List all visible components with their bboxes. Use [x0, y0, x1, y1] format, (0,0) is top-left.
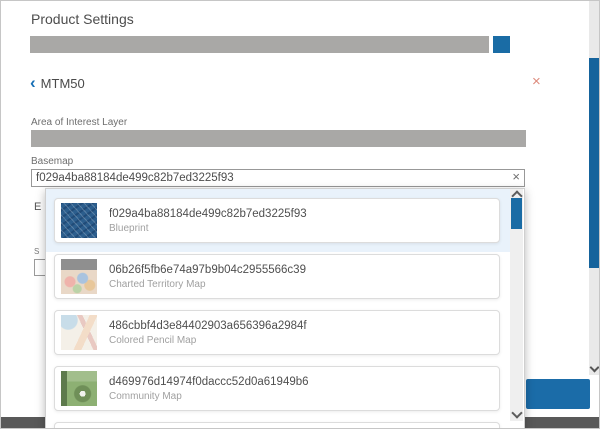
basemap-option-partial[interactable]: [54, 422, 500, 429]
window-scrollbar[interactable]: [589, 1, 599, 375]
back-label: MTM50: [41, 76, 85, 91]
basemap-option-text: 06b26f5fb6e74a97b9b04c2955566c39 Charted…: [109, 264, 306, 290]
redacted-action-button[interactable]: [493, 36, 510, 53]
basemap-field-label: Basemap: [31, 156, 73, 167]
product-settings-window: Product Settings ‹ MTM50 × Area of Inter…: [0, 0, 600, 429]
page-title: Product Settings: [31, 11, 134, 27]
basemap-name: Colored Pencil Map: [109, 335, 307, 346]
basemap-name: Charted Territory Map: [109, 279, 306, 290]
scroll-down-icon[interactable]: [511, 407, 522, 418]
basemap-option[interactable]: d469976d14974f0daccc52d0a61949b6 Communi…: [54, 366, 500, 411]
basemap-dropdown: f029a4ba88184de499c82b7ed3225f93 Bluepri…: [45, 188, 525, 429]
basemap-id: d469976d14974f0daccc52d0a61949b6: [109, 376, 309, 388]
basemap-id: f029a4ba88184de499c82b7ed3225f93: [109, 208, 307, 220]
basemap-option-text: f029a4ba88184de499c82b7ed3225f93 Bluepri…: [109, 208, 307, 234]
clear-icon[interactable]: ×: [512, 170, 520, 184]
aoi-redacted-input[interactable]: [31, 130, 526, 147]
primary-action-button[interactable]: [526, 379, 590, 409]
hidden-label-fragment: E: [34, 201, 41, 213]
aoi-field-label: Area of Interest Layer: [31, 117, 127, 128]
basemap-id: 06b26f5fb6e74a97b9b04c2955566c39: [109, 264, 306, 276]
basemap-option[interactable]: 06b26f5fb6e74a97b9b04c2955566c39 Charted…: [54, 254, 500, 299]
basemap-name: Community Map: [109, 391, 309, 402]
basemap-option-text: d469976d14974f0daccc52d0a61949b6 Communi…: [109, 376, 309, 402]
window-scroll-down-icon[interactable]: [590, 363, 600, 373]
basemap-input-wrap: ×: [31, 168, 525, 186]
basemap-thumbnail-icon: [61, 371, 97, 406]
hidden-label-fragment: S: [34, 247, 39, 256]
basemap-thumbnail-icon: [61, 315, 97, 350]
basemap-id: 486cbbf4d3e84402903a656396a2984f: [109, 320, 307, 332]
basemap-thumbnail-icon: [61, 203, 97, 238]
basemap-option[interactable]: f029a4ba88184de499c82b7ed3225f93 Bluepri…: [54, 198, 500, 243]
basemap-name: Blueprint: [109, 223, 307, 234]
window-scrollbar-thumb[interactable]: [589, 58, 599, 268]
chevron-left-icon: ‹: [30, 75, 36, 91]
dropdown-scrollbar[interactable]: [510, 189, 523, 421]
redacted-field[interactable]: [30, 36, 489, 53]
close-icon[interactable]: ×: [532, 74, 541, 89]
dropdown-scrollbar-thumb[interactable]: [511, 198, 522, 229]
basemap-option-text: 486cbbf4d3e84402903a656396a2984f Colored…: [109, 320, 307, 346]
basemap-input[interactable]: [31, 169, 525, 187]
basemap-thumbnail-icon: [61, 259, 97, 294]
basemap-dropdown-list: f029a4ba88184de499c82b7ed3225f93 Bluepri…: [46, 189, 511, 429]
basemap-option[interactable]: 486cbbf4d3e84402903a656396a2984f Colored…: [54, 310, 500, 355]
back-button[interactable]: ‹ MTM50: [30, 75, 85, 91]
